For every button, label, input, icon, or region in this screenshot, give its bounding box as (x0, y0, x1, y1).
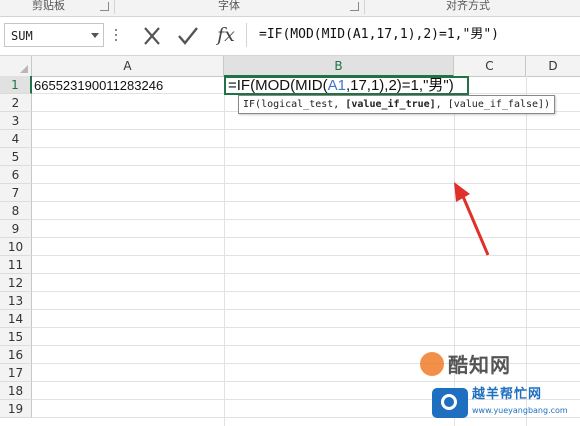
function-icon: fx (217, 24, 235, 46)
cancel-icon (144, 27, 160, 45)
formula-prefix: =IF(MOD(MID( (228, 77, 328, 94)
check-icon (178, 27, 198, 45)
tooltip-separator: , (435, 99, 448, 110)
row-gridline (32, 273, 580, 274)
formula-text: =IF(MOD(MID(A1,17,1),2)=1,"男") (259, 27, 499, 42)
formula-bar: SUM fx =IF(MOD(MID(A1,17,1),2)=1,"男") (0, 17, 580, 56)
formula-suffix: ,17,1),2)=1,"男") (345, 77, 454, 94)
ribbon-divider (364, 0, 365, 14)
row-gridline (32, 381, 580, 382)
cell-b1-editing[interactable]: =IF(MOD(MID(A1,17,1),2)=1,"男") (224, 76, 469, 95)
column-header-d[interactable]: D (526, 56, 580, 76)
name-box[interactable]: SUM (4, 23, 104, 47)
cell-a1[interactable]: 665523190011283246 (34, 77, 224, 94)
row-header-7[interactable]: 7 (0, 184, 32, 202)
row-header-16[interactable]: 16 (0, 346, 32, 364)
tooltip-arg-logical-test[interactable]: logical_test, (261, 99, 345, 110)
watermark-logo-icon (432, 388, 468, 418)
clipboard-launcher-icon[interactable] (100, 2, 109, 11)
font-launcher-icon[interactable] (350, 2, 359, 11)
font-group-label: 字体 (218, 0, 240, 12)
row-header-8[interactable]: 8 (0, 202, 32, 220)
column-header-c[interactable]: C (454, 56, 526, 76)
row-gridline (32, 327, 580, 328)
select-all-icon (20, 65, 28, 73)
dropdown-icon[interactable] (91, 33, 99, 38)
cell-reference: A1 (327, 77, 346, 94)
column-gridline (224, 76, 225, 426)
row-header-9[interactable]: 9 (0, 220, 32, 238)
column-header-a[interactable]: A (32, 56, 224, 76)
watermark-logo-icon (420, 352, 444, 376)
row-header-12[interactable]: 12 (0, 274, 32, 292)
select-all-button[interactable] (0, 56, 32, 76)
watermark-text: 越羊帮忙网 (472, 387, 543, 402)
row-gridline (32, 309, 580, 310)
tooltip-close: ) (544, 99, 551, 110)
tooltip-arg-value-if-true[interactable]: [value_if_true] (345, 99, 435, 110)
ribbon-divider (114, 0, 115, 14)
name-box-value: SUM (11, 29, 33, 43)
row-gridline (32, 345, 580, 346)
tooltip-function[interactable]: IF( (243, 99, 261, 110)
row-gridline (32, 291, 580, 292)
row-header-3[interactable]: 3 (0, 112, 32, 130)
drag-handle-icon[interactable] (115, 29, 118, 43)
row-gridline (32, 165, 580, 166)
clipboard-group-label: 剪贴板 (32, 0, 65, 12)
watermark-yueyang: 越羊帮忙网 www.yueyangbang.com (432, 384, 580, 424)
column-header-b[interactable]: B (224, 56, 454, 77)
alignment-group-label: 对齐方式 (446, 0, 490, 12)
row-header-4[interactable]: 4 (0, 130, 32, 148)
watermark-url: www.yueyangbang.com (472, 406, 568, 415)
row-header-10[interactable]: 10 (0, 238, 32, 256)
row-header-6[interactable]: 6 (0, 166, 32, 184)
row-header-14[interactable]: 14 (0, 310, 32, 328)
row-gridline (32, 129, 580, 130)
row-gridline (32, 147, 580, 148)
watermark-kuzhi: 酷知网 (420, 350, 560, 380)
ribbon-group-labels: 剪贴板 字体 对齐方式 (0, 0, 580, 17)
row-header-2[interactable]: 2 (0, 94, 32, 112)
enter-button[interactable] (176, 25, 200, 47)
function-argument-tooltip: IF(logical_test, [value_if_true], [value… (238, 95, 556, 114)
row-header-13[interactable]: 13 (0, 292, 32, 310)
insert-function-button[interactable]: fx (214, 23, 238, 47)
column-header-row: A B C D (0, 56, 580, 77)
row-header-15[interactable]: 15 (0, 328, 32, 346)
formula-input[interactable]: =IF(MOD(MID(A1,17,1),2)=1,"男") (246, 23, 580, 47)
row-header-11[interactable]: 11 (0, 256, 32, 274)
row-header-19[interactable]: 19 (0, 400, 32, 418)
watermark-text: 酷知网 (448, 353, 511, 377)
row-header-5[interactable]: 5 (0, 148, 32, 166)
row-header-18[interactable]: 18 (0, 382, 32, 400)
cancel-button[interactable] (140, 25, 164, 47)
row-header-17[interactable]: 17 (0, 364, 32, 382)
row-header-1[interactable]: 1 (0, 76, 32, 94)
tooltip-arg-value-if-false[interactable]: [value_if_false] (448, 99, 544, 110)
red-arrow-annotation (454, 182, 490, 256)
